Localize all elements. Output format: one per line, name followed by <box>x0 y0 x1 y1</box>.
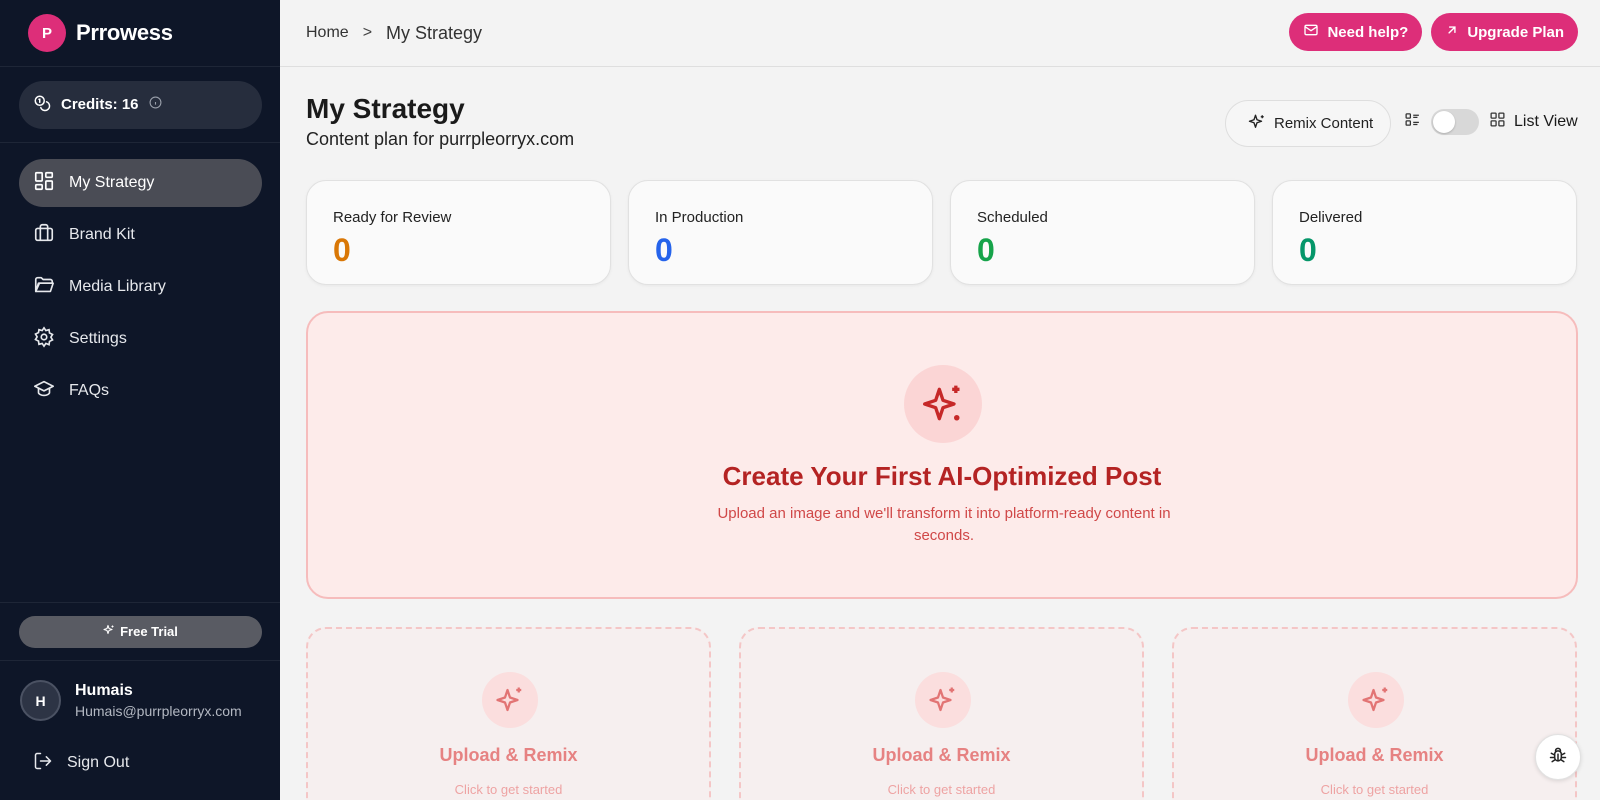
user-profile[interactable]: H Humais Humais@purrpleorryx.com <box>0 660 280 740</box>
sidebar-item-faqs[interactable]: FAQs <box>19 367 262 415</box>
breadcrumb-separator: > <box>362 24 373 41</box>
free-trial-button[interactable]: Free Trial <box>19 615 262 648</box>
card-title: Upload & Remix <box>872 745 1011 765</box>
view-switch-knob <box>1433 111 1455 133</box>
page-title: My Strategy <box>306 93 465 124</box>
brand-logo: P <box>28 14 66 52</box>
sidebar-footer: Free Trial H Humais Humais@purrpleorryx.… <box>0 602 280 800</box>
stat-label: Scheduled <box>977 209 1048 226</box>
info-icon[interactable] <box>149 96 172 113</box>
gear-icon <box>33 325 69 353</box>
topbar: Home > My Strategy Need help? Upgrade Pl… <box>280 0 1600 67</box>
sidebar-item-my-strategy[interactable]: My Strategy <box>19 159 262 207</box>
stat-value: 0 <box>1299 232 1317 268</box>
credits-badge[interactable]: Credits: 16 <box>19 80 262 129</box>
dashboard-icon <box>33 170 69 197</box>
sidebar-item-media-library[interactable]: Media Library <box>19 263 262 311</box>
stat-card-delivered: Delivered 0 <box>1272 180 1577 285</box>
user-name: Humais <box>75 682 133 699</box>
stat-card-ready-for-review: Ready for Review 0 <box>306 180 611 285</box>
user-email: Humais@purrpleorryx.com <box>75 703 242 719</box>
main-content: My Strategy Content plan for purrpleorry… <box>280 67 1600 800</box>
card-subtitle: Click to get started <box>887 782 996 797</box>
grid-icon[interactable] <box>1489 111 1506 133</box>
view-switch[interactable] <box>1431 109 1479 135</box>
card-subtitle: Click to get started <box>454 782 563 797</box>
sparkle-icon <box>103 624 120 639</box>
sidebar-item-label: Brand Kit <box>69 226 135 243</box>
remix-content-button[interactable]: Remix Content <box>1225 100 1391 147</box>
arrow-up-right-icon <box>1445 23 1467 41</box>
card-title: Upload & Remix <box>439 745 578 765</box>
folder-icon <box>33 274 69 301</box>
view-toggle: List View <box>1404 109 1578 135</box>
graduation-cap-icon <box>33 378 69 405</box>
sign-out-label: Sign Out <box>67 754 130 771</box>
page-subtitle: Content plan for purrpleorryx.com <box>306 129 575 149</box>
upgrade-plan-label: Upgrade Plan <box>1467 23 1564 41</box>
stat-card-in-production: In Production 0 <box>628 180 933 285</box>
sparkle-icon <box>904 365 982 443</box>
sidebar-item-brand-kit[interactable]: Brand Kit <box>19 211 262 259</box>
free-trial-label: Free Trial <box>120 624 178 639</box>
hero-title: Create Your First AI-Optimized Post <box>722 461 1162 491</box>
stat-value: 0 <box>977 232 995 268</box>
sidebar-item-label: Media Library <box>69 278 166 295</box>
upload-remix-card[interactable]: Upload & Remix Click to get started <box>306 627 711 800</box>
bug-icon <box>1548 745 1568 770</box>
stat-value: 0 <box>333 232 351 268</box>
stat-value: 0 <box>655 232 673 268</box>
credits-section: Credits: 16 <box>0 67 280 143</box>
stat-card-scheduled: Scheduled 0 <box>950 180 1255 285</box>
sparkle-icon <box>1348 672 1404 728</box>
stat-label: Delivered <box>1299 209 1363 226</box>
user-info: Humais Humais@purrpleorryx.com <box>75 682 242 719</box>
need-help-button[interactable]: Need help? <box>1289 13 1423 51</box>
mail-icon <box>1303 22 1327 42</box>
sparkle-icon <box>1248 113 1274 135</box>
logout-icon <box>33 751 67 776</box>
upload-remix-card[interactable]: Upload & Remix Click to get started <box>1172 627 1577 800</box>
view-label: List View <box>1514 113 1578 130</box>
stats-row: Ready for Review 0 In Production 0 Sched… <box>306 180 1594 285</box>
brand[interactable]: P Prrowess <box>0 0 280 67</box>
stat-label: Ready for Review <box>333 209 452 226</box>
brand-name: Prrowess <box>76 20 173 45</box>
upload-cards: Upload & Remix Click to get started Uplo… <box>306 627 1577 800</box>
breadcrumb-current: My Strategy <box>386 22 483 43</box>
list-icon[interactable] <box>1404 111 1421 133</box>
breadcrumb-home[interactable]: Home <box>306 24 349 42</box>
coins-icon <box>33 94 61 116</box>
hero-description: Upload an image and we'll transform it i… <box>717 505 1171 544</box>
card-title: Upload & Remix <box>1305 745 1444 765</box>
avatar: H <box>20 680 61 721</box>
sidebar-item-label: Settings <box>69 330 127 347</box>
upload-remix-card[interactable]: Upload & Remix Click to get started <box>739 627 1144 800</box>
stat-label: In Production <box>655 209 744 226</box>
sidebar: P Prrowess Credits: 16 My Strategy Brand… <box>0 0 280 800</box>
upgrade-plan-button[interactable]: Upgrade Plan <box>1431 13 1578 51</box>
trial-section: Free Trial <box>0 602 280 660</box>
sign-out-button[interactable]: Sign Out <box>0 740 280 786</box>
bug-report-button[interactable] <box>1535 734 1581 780</box>
need-help-label: Need help? <box>1327 23 1409 41</box>
sidebar-item-label: My Strategy <box>69 174 155 191</box>
credits-label: Credits: 16 <box>61 96 139 113</box>
create-first-post-panel[interactable]: Create Your First AI-Optimized Post Uplo… <box>306 311 1578 599</box>
sidebar-item-settings[interactable]: Settings <box>19 315 262 363</box>
sidebar-item-label: FAQs <box>69 382 110 399</box>
sparkle-icon <box>915 672 971 728</box>
sidebar-nav: My Strategy Brand Kit Media Library Sett… <box>0 143 280 415</box>
briefcase-icon <box>33 222 69 249</box>
breadcrumb: Home > My Strategy <box>306 23 482 44</box>
remix-content-label: Remix Content <box>1274 115 1374 132</box>
top-actions: Need help? Upgrade Plan <box>1280 13 1578 51</box>
sparkle-icon <box>482 672 538 728</box>
card-subtitle: Click to get started <box>1320 782 1429 797</box>
